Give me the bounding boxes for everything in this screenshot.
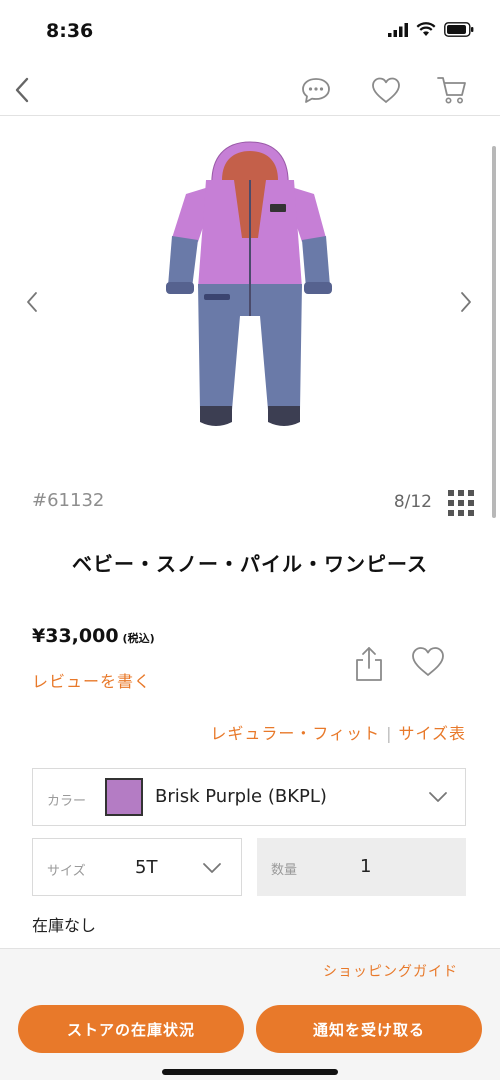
chat-button[interactable] [296, 70, 336, 110]
gallery-next-button[interactable] [454, 282, 478, 322]
write-review-link[interactable]: レビューを書く [32, 668, 151, 692]
price-value: ¥33,000 [32, 625, 119, 647]
chevron-right-icon [461, 292, 471, 312]
size-chart-link[interactable]: サイズ表 [398, 724, 466, 743]
grid-icon[interactable] [448, 490, 474, 516]
wifi-icon [416, 22, 436, 36]
share-icon [356, 647, 382, 681]
size-value: 5T [135, 857, 158, 878]
cart-icon [437, 77, 466, 104]
size-label: サイズ [47, 864, 86, 879]
quantity-value: 1 [360, 856, 372, 877]
chat-icon [302, 78, 330, 103]
chevron-left-icon [27, 292, 37, 312]
status-bar: 8:36 [0, 0, 500, 60]
stock-status: 在庫なし [32, 916, 97, 935]
image-counter: 8/12 [393, 492, 432, 512]
notify-button[interactable]: 通知を受け取る [256, 1005, 482, 1053]
nav-bar [0, 62, 500, 116]
gallery-prev-button[interactable] [20, 282, 44, 322]
favorite-button[interactable] [408, 644, 448, 680]
cart-button[interactable] [432, 70, 472, 110]
color-select[interactable]: カラー Brisk Purple (BKPL) [32, 768, 466, 826]
scroll-indicator[interactable] [492, 146, 496, 518]
color-swatch [105, 778, 143, 816]
status-time: 8:36 [46, 20, 94, 42]
home-indicator [162, 1069, 338, 1075]
chevron-down-icon [429, 792, 447, 802]
back-icon [15, 77, 29, 103]
product-title: ベビー・スノー・パイル・ワンピース [72, 552, 428, 576]
back-button[interactable] [2, 70, 42, 110]
chevron-down-icon [203, 863, 221, 873]
signal-icon [388, 22, 408, 37]
style-number: #61132 [32, 490, 105, 511]
quantity-field[interactable]: 数量 1 [257, 838, 466, 896]
fit-separator: | [386, 724, 393, 743]
fit-link[interactable]: レギュラー・フィット [210, 724, 380, 743]
share-button[interactable] [352, 644, 386, 684]
color-label: カラー [47, 794, 87, 809]
shopping-guide-link[interactable]: ショッピングガイド [323, 961, 458, 981]
color-value: Brisk Purple (BKPL) [155, 786, 327, 807]
status-icons [388, 22, 474, 37]
battery-icon [444, 22, 474, 37]
wishlist-button[interactable] [366, 70, 406, 110]
product-gallery[interactable] [0, 118, 500, 468]
heart-icon [412, 647, 444, 676]
price: ¥33,000 (税込) [32, 625, 155, 647]
price-tax-note: (税込) [122, 632, 155, 645]
size-select[interactable]: サイズ 5T [32, 838, 242, 896]
quantity-label: 数量 [271, 863, 298, 878]
bottom-action-bar: ショッピングガイド ストアの在庫状況 通知を受け取る [0, 948, 500, 1080]
product-image [166, 141, 332, 426]
fit-links: レギュラー・フィット | サイズ表 [210, 720, 466, 744]
store-stock-button[interactable]: ストアの在庫状況 [18, 1005, 244, 1053]
heart-icon [372, 77, 400, 103]
